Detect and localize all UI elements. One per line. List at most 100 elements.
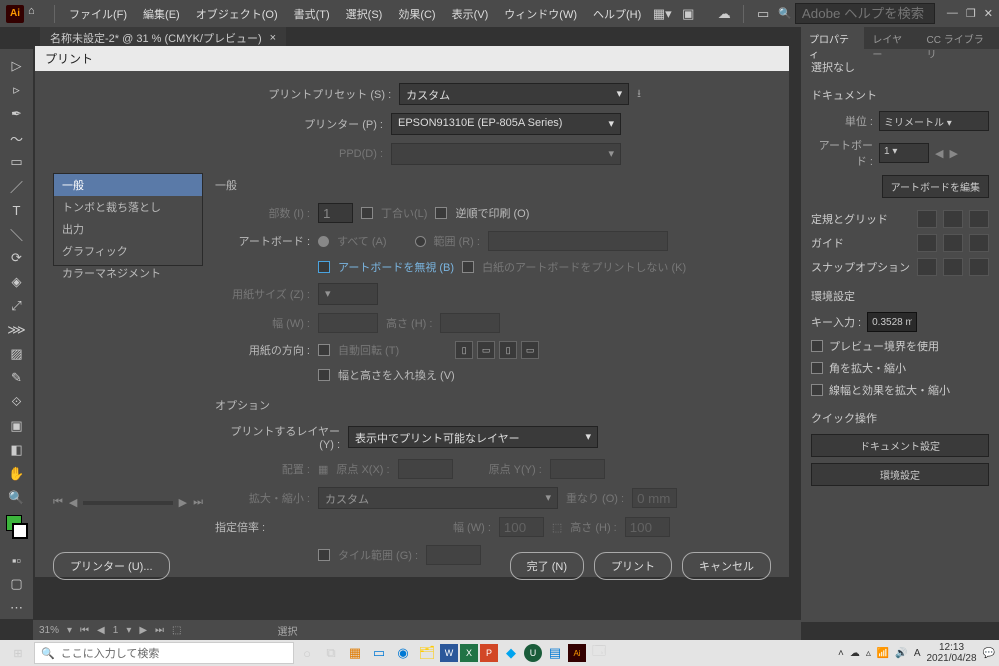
width-tool-icon[interactable]: ⋙ xyxy=(6,319,28,341)
cat-general[interactable]: 一般 xyxy=(54,174,202,196)
edit-toolbar-icon[interactable]: ⋯ xyxy=(6,597,28,619)
zoom-level[interactable]: 31% xyxy=(39,625,59,636)
menu-view[interactable]: 表示(V) xyxy=(446,3,495,25)
snap-grid-icon[interactable] xyxy=(943,258,963,276)
direct-select-tool-icon[interactable]: ▹ xyxy=(6,79,28,101)
cloud-icon[interactable]: ☁ xyxy=(713,3,735,25)
line-tool-icon[interactable]: ＼ xyxy=(6,223,28,245)
draw-mode-icon[interactable]: ▪▫ xyxy=(6,549,28,571)
word-icon[interactable]: W xyxy=(440,644,458,662)
scale-corners-checkbox[interactable] xyxy=(811,362,823,374)
menu-window[interactable]: ウィンドウ(W) xyxy=(498,3,583,25)
app-icon-5[interactable]: ▤ xyxy=(544,642,566,664)
cat-output[interactable]: 出力 xyxy=(54,218,202,240)
artboard-nav-icon[interactable]: ⬚ xyxy=(172,625,181,636)
artboard-prev-icon[interactable]: ◀ xyxy=(935,147,943,160)
nav-prev-icon[interactable]: ◀ xyxy=(69,496,77,509)
edit-artboard-button[interactable]: アートボードを編集 xyxy=(882,175,989,198)
snap-pixel-icon[interactable] xyxy=(969,258,989,276)
selection-tool-icon[interactable]: ▷ xyxy=(6,55,28,77)
taskview-icon[interactable]: ⧉ xyxy=(320,642,342,664)
nav-first-icon[interactable]: ⏮ xyxy=(80,625,89,636)
nav-prev-icon[interactable]: ◀ xyxy=(97,625,105,636)
tray-up-icon[interactable]: ˄ xyxy=(838,648,844,659)
key-input-field[interactable] xyxy=(867,312,917,332)
menu-edit[interactable]: 編集(E) xyxy=(137,3,186,25)
start-button-icon[interactable]: ⊞ xyxy=(4,642,32,664)
units-select[interactable]: ミリメートル ▾ xyxy=(879,111,989,131)
link-icon[interactable]: ⬚ xyxy=(552,521,562,534)
orient-portrait-up-icon[interactable]: ▯ xyxy=(455,341,473,359)
app-icon-1[interactable]: ▦ xyxy=(344,642,366,664)
menu-effect[interactable]: 効果(C) xyxy=(392,3,441,25)
app-icon-2[interactable]: ▭ xyxy=(368,642,390,664)
edge-icon[interactable]: ◉ xyxy=(392,642,414,664)
smart-guide-icon[interactable] xyxy=(969,234,989,252)
powerpoint-icon[interactable]: P xyxy=(480,644,498,662)
ruler-icon[interactable] xyxy=(917,210,937,228)
doc-setup-button[interactable]: ドキュメント設定 xyxy=(811,434,989,457)
maximize-icon[interactable]: ❐ xyxy=(966,7,976,20)
artboard-next-icon[interactable]: ▶ xyxy=(949,147,957,160)
fill-stroke-control[interactable] xyxy=(6,515,28,539)
type-tool-icon[interactable]: T xyxy=(6,199,28,221)
layout-icon[interactable]: ▦▾ xyxy=(651,3,673,25)
nav-last-icon[interactable]: ⏭ xyxy=(193,496,203,509)
excel-icon[interactable]: X xyxy=(460,644,478,662)
menu-object[interactable]: オブジェクト(O) xyxy=(190,3,284,25)
menu-type[interactable]: 書式(T) xyxy=(288,3,336,25)
close-icon[interactable]: ✕ xyxy=(984,7,993,20)
illustrator-icon[interactable]: Ai xyxy=(568,644,586,662)
ignore-artboard-checkbox[interactable] xyxy=(318,261,330,273)
cancel-button[interactable]: キャンセル xyxy=(682,552,771,580)
snap-point-icon[interactable] xyxy=(917,258,937,276)
shape-builder-icon[interactable]: ◈ xyxy=(6,271,28,293)
printer-setup-button[interactable]: プリンター (U)... xyxy=(53,552,170,580)
menu-select[interactable]: 選択(S) xyxy=(340,3,389,25)
orient-landscape-right-icon[interactable]: ▭ xyxy=(521,341,539,359)
transverse-checkbox[interactable] xyxy=(318,369,330,381)
nav-next-icon[interactable]: ▶ xyxy=(179,496,187,509)
cat-graphics[interactable]: グラフィック xyxy=(54,240,202,262)
grid-icon[interactable] xyxy=(943,210,963,228)
tab-layers[interactable]: レイヤー xyxy=(864,27,918,49)
cat-marks[interactable]: トンボと裁ち落とし xyxy=(54,196,202,218)
minimize-icon[interactable]: — xyxy=(947,7,958,20)
ime-icon[interactable]: A xyxy=(914,648,921,659)
print-button[interactable]: プリント xyxy=(594,552,672,580)
notification-icon[interactable]: 💬 xyxy=(983,648,995,659)
save-preset-icon[interactable]: ⭳ xyxy=(637,85,641,104)
curvature-tool-icon[interactable]: 〜 xyxy=(6,127,28,149)
rectangle-tool-icon[interactable]: ▭ xyxy=(6,151,28,173)
nav-first-icon[interactable]: ⏮ xyxy=(53,496,63,509)
taskbar-search[interactable]: 🔍 ここに入力して検索 xyxy=(34,642,294,664)
eraser-tool-icon[interactable]: ◧ xyxy=(6,439,28,461)
orient-landscape-left-icon[interactable]: ▭ xyxy=(477,341,495,359)
reverse-checkbox[interactable] xyxy=(435,207,447,219)
wifi-icon[interactable]: 📶 xyxy=(877,648,889,659)
done-button[interactable]: 完了 (N) xyxy=(510,552,584,580)
cortana-icon[interactable]: ○ xyxy=(296,642,318,664)
explorer-icon[interactable]: 🗂 xyxy=(416,642,438,664)
guide-lock-icon[interactable] xyxy=(943,234,963,252)
preview-bounds-checkbox[interactable] xyxy=(811,340,823,352)
guide-show-icon[interactable] xyxy=(917,234,937,252)
menu-help[interactable]: ヘルプ(H) xyxy=(587,3,647,25)
tab-cclib[interactable]: CC ライブラリ xyxy=(919,27,999,49)
tab-properties[interactable]: プロパティ xyxy=(801,27,864,49)
nav-next-icon[interactable]: ▶ xyxy=(139,625,147,636)
preset-select[interactable]: カスタム▾ xyxy=(399,83,629,105)
eyedropper-tool-icon[interactable]: ✎ xyxy=(6,367,28,389)
menu-file[interactable]: ファイル(F) xyxy=(63,3,133,25)
printer-select[interactable]: EPSON91310E (EP-805A Series)▾ xyxy=(391,113,621,135)
artboard-tool-icon[interactable]: ▣ xyxy=(6,415,28,437)
scale-tool-icon[interactable]: ⤢ xyxy=(6,295,28,317)
help-search-input[interactable] xyxy=(795,3,935,24)
nav-last-icon[interactable]: ⏭ xyxy=(155,625,164,636)
blend-tool-icon[interactable]: ⟐ xyxy=(6,391,28,413)
volume-icon[interactable]: 🔊 xyxy=(895,648,907,659)
cat-color[interactable]: カラーマネジメント xyxy=(54,262,202,284)
stroke-color-icon[interactable] xyxy=(12,523,28,539)
brush-tool-icon[interactable]: ／ xyxy=(6,175,28,197)
artboard-num-select[interactable]: 1 ▾ xyxy=(879,143,929,163)
